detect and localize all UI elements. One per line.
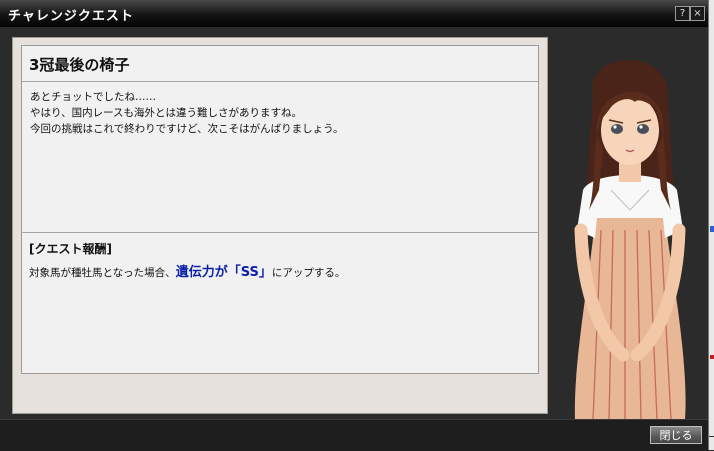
reward-section: [クエスト報酬] 対象馬が種牡馬となった場合、遺伝力が「SS」にアップする。 [22, 232, 538, 374]
quest-panel: 3冠最後の椅子 あとチョットでしたね…… やはり、国内レースも海外とは違う難しさ… [12, 37, 548, 414]
challenge-quest-window: チャレンジクエスト ? × 3冠最後の椅子 あとチョットでしたね…… やはり、国… [0, 0, 708, 451]
reward-title: [クエスト報酬] [29, 242, 112, 256]
title-bar[interactable]: チャレンジクエスト ? × [0, 0, 708, 27]
edge-mark [710, 355, 714, 359]
character-portrait [574, 60, 686, 420]
quest-message-line: あとチョットでしたね…… [30, 91, 156, 103]
close-button[interactable]: 閉じる [650, 426, 702, 444]
reward-prefix: 対象馬が種牡馬となった場合、 [29, 267, 176, 279]
quest-message-line: やはり、国内レースも海外とは違う難しさがありますね。 [30, 107, 303, 119]
edge-mark [710, 226, 714, 232]
footer-bar: 閉じる [0, 419, 708, 451]
quest-title: 3冠最後の椅子 [29, 56, 130, 74]
reward-description: 対象馬が種牡馬となった場合、遺伝力が「SS」にアップする。 [29, 261, 345, 280]
help-icon[interactable]: ? [675, 6, 690, 21]
quest-message-line: 今回の挑戦はこれで終わりですけど、次こそはがんばりましょう。 [30, 123, 344, 135]
quest-detail-box: 3冠最後の椅子 あとチョットでしたね…… やはり、国内レースも海外とは違う難しさ… [21, 45, 539, 374]
quest-message: あとチョットでしたね…… やはり、国内レースも海外とは違う難しさがありますね。 … [30, 89, 530, 137]
close-icon[interactable]: × [690, 6, 705, 21]
reward-suffix: にアップする。 [271, 267, 346, 279]
window-title: チャレンジクエスト [8, 9, 134, 24]
reward-highlight: 遺伝力が「SS」 [175, 265, 272, 280]
edge-mark [709, 436, 714, 437]
background-window-edge [708, 0, 714, 450]
quest-heading: 3冠最後の椅子 [22, 46, 538, 82]
